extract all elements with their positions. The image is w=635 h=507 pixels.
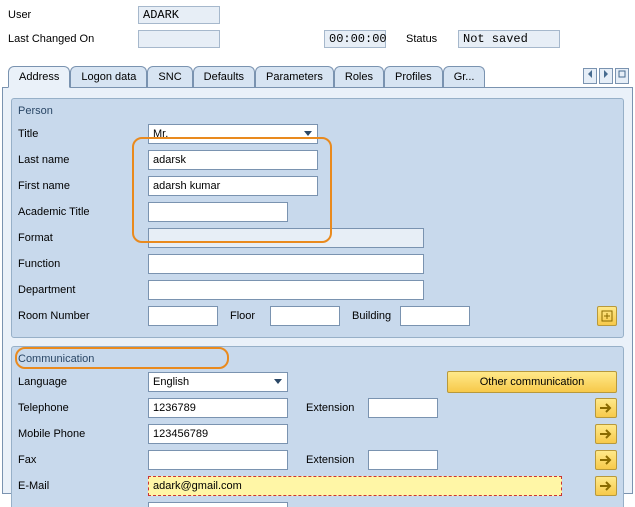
group-person: Person Title Last name First name [11,98,624,338]
function-input[interactable] [148,254,424,274]
language-dropdown[interactable] [148,372,288,392]
title-label: Title [18,128,148,140]
user-field: ADARK [138,6,220,24]
tab-logon-data[interactable]: Logon data [70,66,147,87]
tab-groups[interactable]: Gr... [443,66,486,87]
group-title-person: Person [18,105,617,117]
group-title-communication: Communication [18,353,94,365]
commmeth-dropdown[interactable] [148,502,288,507]
tab-parameters[interactable]: Parameters [255,66,334,87]
changed-date-field [138,30,220,48]
email-label: E-Mail [18,480,148,492]
building-input[interactable] [400,306,470,326]
firstname-label: First name [18,180,148,192]
department-label: Department [18,284,148,296]
format-label: Format [18,232,148,244]
telephone-more-button[interactable] [595,398,617,418]
expand-address-button[interactable] [597,306,617,326]
floor-label: Floor [230,310,270,322]
fax-more-button[interactable] [595,450,617,470]
fax-input[interactable] [148,450,288,470]
lastname-input[interactable] [148,150,318,170]
fax-ext-input[interactable] [368,450,438,470]
room-label: Room Number [18,310,148,322]
telephone-label: Telephone [18,402,148,414]
group-communication: Communication Language Other communicati… [11,346,624,507]
mobile-more-button[interactable] [595,424,617,444]
extension-label: Extension [306,402,368,414]
telephone-ext-input[interactable] [368,398,438,418]
lastname-label: Last name [18,154,148,166]
user-label: User [8,9,138,21]
floor-input[interactable] [270,306,340,326]
fax-label: Fax [18,454,148,466]
tab-snc[interactable]: SNC [147,66,192,87]
other-communication-button[interactable]: Other communication [447,371,617,393]
department-input[interactable] [148,280,424,300]
tab-roles[interactable]: Roles [334,66,384,87]
tab-defaults[interactable]: Defaults [193,66,255,87]
tab-address[interactable]: Address [8,66,70,88]
email-input[interactable] [148,476,562,496]
room-input[interactable] [148,306,218,326]
acadtitle-input[interactable] [148,202,288,222]
format-input [148,228,424,248]
telephone-input[interactable] [148,398,288,418]
language-label: Language [18,376,148,388]
email-more-button[interactable] [595,476,617,496]
changed-time-field: 00:00:00 [324,30,386,48]
status-label: Status [406,33,458,45]
firstname-input[interactable] [148,176,318,196]
tab-profiles[interactable]: Profiles [384,66,443,87]
acadtitle-label: Academic Title [18,206,148,218]
extension-label: Extension [306,454,368,466]
status-field: Not saved [458,30,560,48]
mobile-label: Mobile Phone [18,428,148,440]
function-label: Function [18,258,148,270]
title-dropdown[interactable] [148,124,318,144]
changed-label: Last Changed On [8,33,138,45]
building-label: Building [352,310,400,322]
mobile-input[interactable] [148,424,288,444]
